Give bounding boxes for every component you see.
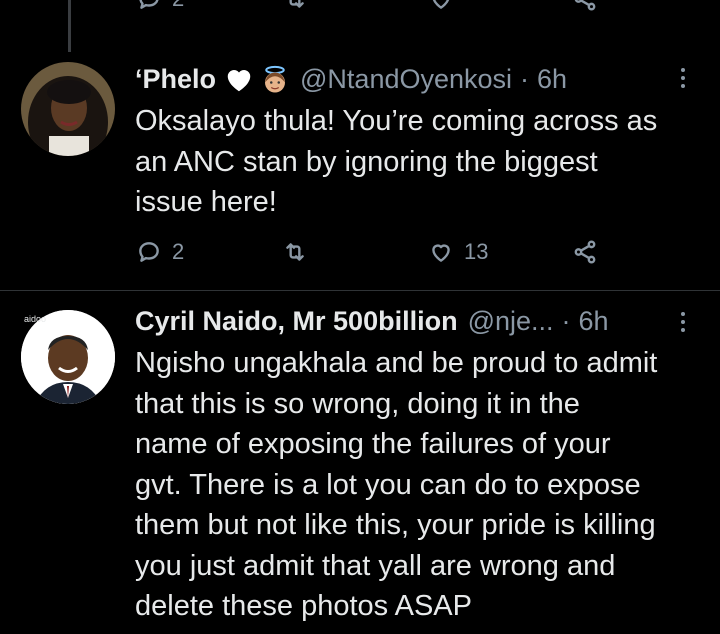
handle[interactable]: @NtandOyenkosi: [300, 64, 512, 95]
tweet-text-line: gvt. There is a lot you can do to expose: [135, 468, 641, 501]
tweet-text-line: Oksalayo thula! You’re coming across as: [135, 105, 658, 137]
like-button[interactable]: 13: [428, 239, 488, 265]
tweet-divider: [0, 290, 720, 291]
tweet-header: Cyril Naido, Mr 500billion @nje... · 6h: [135, 306, 609, 337]
handle[interactable]: @nje...: [468, 306, 554, 337]
timestamp[interactable]: 6h: [579, 306, 609, 337]
angel-face-emoji-icon: [260, 65, 290, 95]
tweet-cyril[interactable]: aidoo Cyril Naido, Mr 500billion @nje...…: [0, 292, 720, 634]
tweet-text-line: them but not like this, your pride is ki…: [135, 509, 656, 541]
reply-button[interactable]: 2: [136, 239, 184, 265]
avatar-caption: aidoo: [24, 314, 47, 324]
separator-dot: ·: [561, 306, 571, 336]
timestamp[interactable]: 6h: [537, 64, 567, 95]
reply-count: 2: [172, 239, 185, 264]
display-name[interactable]: ‘Phelo: [135, 64, 216, 95]
tweet-phelo[interactable]: ‘Phelo @NtandOyenkosi · 6h Oksalayo thul…: [0, 0, 720, 300]
white-heart-emoji-icon: [224, 65, 254, 95]
share-button[interactable]: [572, 239, 598, 265]
display-name[interactable]: Cyril Naido, Mr 500billion: [135, 306, 458, 337]
like-count: 13: [464, 239, 489, 264]
reply-icon: [139, 242, 159, 262]
avatar[interactable]: [21, 310, 115, 404]
more-options-icon[interactable]: [681, 308, 685, 336]
share-icon: [574, 240, 596, 264]
tweet-text-line: issue here!: [135, 186, 277, 218]
retweet-button[interactable]: [282, 239, 308, 265]
tweet-header: ‘Phelo @NtandOyenkosi · 6h: [135, 64, 567, 95]
tweet-text-line: you just admit that yall are wrong and: [135, 549, 616, 582]
tweet-text-line: Ngisho ungakhala and be proud to admit: [135, 347, 658, 379]
retweet-icon: [286, 243, 304, 261]
tweet-text-line: that this is so wrong, doing it in the: [135, 387, 580, 420]
avatar[interactable]: [21, 62, 115, 156]
tweet-text-line: name of exposing the failures of your: [135, 428, 611, 460]
tweet-text-line: delete these photos ASAP: [135, 590, 472, 622]
separator-dot: ·: [520, 64, 530, 94]
tweet-text: Oksalayo thula! You’re coming across as …: [135, 101, 657, 223]
tweet-text-line: an ANC stan by ignoring the biggest: [135, 145, 598, 178]
tweet-text: Ngisho ungakhala and be proud to admit t…: [135, 343, 657, 627]
more-options-icon[interactable]: [681, 64, 685, 92]
heart-icon: [432, 244, 450, 262]
